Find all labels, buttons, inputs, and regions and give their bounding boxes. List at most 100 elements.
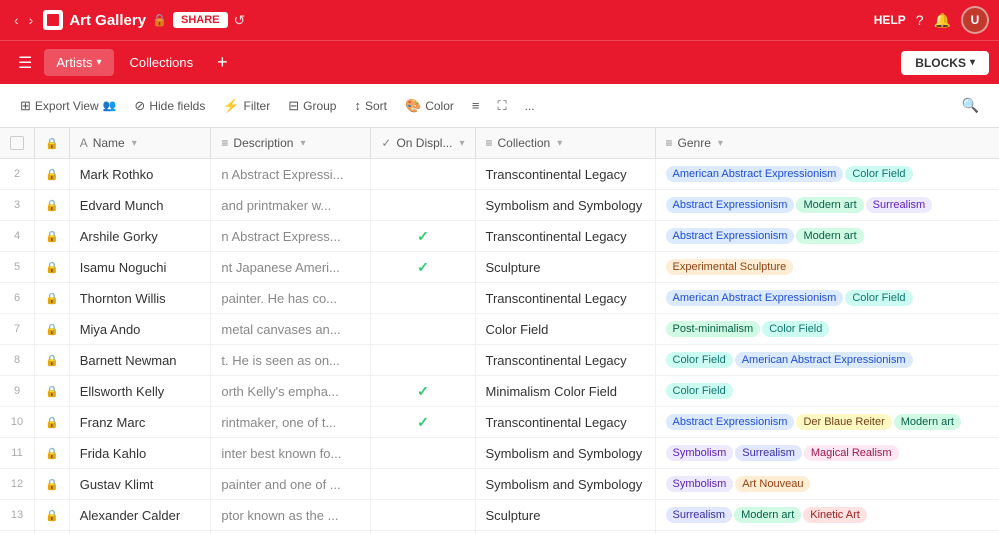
genre-tag: Kinetic Art xyxy=(803,507,867,523)
row-on-display[interactable]: ✓ xyxy=(371,407,475,438)
share-button[interactable]: SHARE xyxy=(173,12,228,28)
genre-tag: Modern art xyxy=(796,228,863,244)
color-icon: 🎨 xyxy=(405,98,421,114)
blocks-button[interactable]: BLOCKS ▾ xyxy=(901,51,989,75)
row-number: 4 xyxy=(0,221,35,252)
table-row: 13🔒Alexander Calderptor known as the ...… xyxy=(0,500,999,531)
row-name[interactable]: Hans Hofmann xyxy=(69,531,211,534)
row-description: orth Kelly's empha... xyxy=(211,376,371,407)
checkbox-column-header[interactable] xyxy=(0,128,35,159)
table-row: 2🔒Mark Rothkon Abstract Expressi...Trans… xyxy=(0,159,999,190)
row-description: metal canvases an... xyxy=(211,314,371,345)
hide-icon: ⊘ xyxy=(134,98,145,114)
help-label[interactable]: HELP xyxy=(874,13,906,27)
row-genre: Abstract ExpressionismModern artSurreali… xyxy=(655,190,999,221)
on-display-column-header[interactable]: ✓ On Displ... ▾ xyxy=(371,128,475,159)
row-lock: 🔒 xyxy=(35,159,70,190)
row-description: ptor known as the ... xyxy=(211,500,371,531)
desc-col-icon: ≡ xyxy=(221,136,228,150)
toolbar-right: 🔍 xyxy=(954,92,987,119)
row-lock: 🔒 xyxy=(35,283,70,314)
description-column-header[interactable]: ≡ Description ▾ xyxy=(211,128,371,159)
menu-icon[interactable]: ☰ xyxy=(10,49,40,77)
add-tab-button[interactable]: + xyxy=(209,48,236,77)
row-name[interactable]: Gustav Klimt xyxy=(69,469,211,500)
back-arrow[interactable]: ‹ xyxy=(10,10,23,30)
table-row: 14🔒Hans Hofmannrican abstract exp...Tran… xyxy=(0,531,999,534)
genre-tag: Color Field xyxy=(762,321,829,337)
row-lock: 🔒 xyxy=(35,531,70,534)
tab-collections[interactable]: Collections xyxy=(118,49,206,76)
desc-col-sort[interactable]: ▾ xyxy=(300,138,305,149)
grid-icon: ⊞ xyxy=(20,98,31,114)
forward-arrow[interactable]: › xyxy=(25,10,38,30)
row-name[interactable]: Frida Kahlo xyxy=(69,438,211,469)
color-button[interactable]: 🎨 Color xyxy=(397,93,462,119)
group-button[interactable]: ⊟ Group xyxy=(280,93,344,119)
row-genre: Color Field xyxy=(655,376,999,407)
genre-tag: Color Field xyxy=(666,352,733,368)
row-name[interactable]: Barnett Newman xyxy=(69,345,211,376)
row-name[interactable]: Ellsworth Kelly xyxy=(69,376,211,407)
row-on-display[interactable] xyxy=(371,500,475,531)
collection-col-sort[interactable]: ▾ xyxy=(557,138,562,149)
row-on-display[interactable] xyxy=(371,314,475,345)
row-on-display[interactable] xyxy=(371,469,475,500)
hide-fields-button[interactable]: ⊘ Hide fields xyxy=(126,93,213,119)
row-name[interactable]: Thornton Willis xyxy=(69,283,211,314)
row-on-display[interactable] xyxy=(371,283,475,314)
notification-icon[interactable]: 🔔 xyxy=(934,12,951,29)
row-on-display[interactable]: ✓ xyxy=(371,221,475,252)
row-collection: Symbolism and Symbology xyxy=(475,190,655,221)
row-lock: 🔒 xyxy=(35,469,70,500)
row-on-display[interactable] xyxy=(371,531,475,534)
row-name[interactable]: Franz Marc xyxy=(69,407,211,438)
row-on-display[interactable]: ✓ xyxy=(371,252,475,283)
collection-column-header[interactable]: ≡ Collection ▾ xyxy=(475,128,655,159)
select-all-checkbox[interactable] xyxy=(10,136,24,150)
check-mark: ✓ xyxy=(417,259,429,275)
row-lock: 🔒 xyxy=(35,221,70,252)
row-on-display[interactable] xyxy=(371,190,475,221)
ondisplay-col-sort[interactable]: ▾ xyxy=(459,138,464,149)
history-icon[interactable]: ↺ xyxy=(234,12,246,29)
avatar[interactable]: U xyxy=(961,6,989,34)
row-name[interactable]: Miya Ando xyxy=(69,314,211,345)
more-button[interactable]: ... xyxy=(517,94,543,118)
help-question-icon[interactable]: ? xyxy=(916,12,924,28)
row-name[interactable]: Mark Rothko xyxy=(69,159,211,190)
table-row: 6🔒Thornton Willispainter. He has co...Tr… xyxy=(0,283,999,314)
genre-tag: Symbolism xyxy=(666,476,734,492)
filter-label: Filter xyxy=(244,99,271,113)
filter-button[interactable]: ⚡ Filter xyxy=(215,93,278,119)
sort-button[interactable]: ↕ Sort xyxy=(346,93,395,118)
row-name[interactable]: Arshile Gorky xyxy=(69,221,211,252)
row-on-display[interactable] xyxy=(371,345,475,376)
table-container: 🔒 A Name ▾ ≡ Description ▾ xyxy=(0,128,999,534)
row-on-display[interactable] xyxy=(371,159,475,190)
table-row: 11🔒Frida Kahlointer best known fo...Symb… xyxy=(0,438,999,469)
genre-tag: Surrealism xyxy=(866,197,933,213)
row-collection: Transcontinental Legacy xyxy=(475,345,655,376)
group-icon: ⊟ xyxy=(288,98,299,114)
row-lock: 🔒 xyxy=(35,345,70,376)
name-column-header[interactable]: A Name ▾ xyxy=(69,128,211,159)
tab-artists-label: Artists xyxy=(56,55,92,70)
tab-artists[interactable]: Artists ▾ xyxy=(44,49,113,76)
row-name[interactable]: Edvard Munch xyxy=(69,190,211,221)
genre-column-header[interactable]: ≡ Genre ▾ xyxy=(655,128,999,159)
row-name[interactable]: Isamu Noguchi xyxy=(69,252,211,283)
search-icon[interactable]: 🔍 xyxy=(954,92,987,119)
fullscreen-icon: ⛶ xyxy=(497,98,506,114)
row-on-display[interactable] xyxy=(371,438,475,469)
row-on-display[interactable]: ✓ xyxy=(371,376,475,407)
table-row: 12🔒Gustav Klimtpainter and one of ...Sym… xyxy=(0,469,999,500)
row-name[interactable]: Alexander Calder xyxy=(69,500,211,531)
genre-col-sort[interactable]: ▾ xyxy=(718,138,723,149)
name-col-sort[interactable]: ▾ xyxy=(132,138,137,149)
row-height-button[interactable]: ≡ xyxy=(464,93,488,118)
row-genre: American Abstract ExpressionismColor Fie… xyxy=(655,283,999,314)
fullscreen-button[interactable]: ⛶ xyxy=(489,93,514,119)
genre-tag: American Abstract Expressionism xyxy=(735,352,913,368)
view-selector[interactable]: ⊞ Export View 👥 xyxy=(12,93,124,119)
